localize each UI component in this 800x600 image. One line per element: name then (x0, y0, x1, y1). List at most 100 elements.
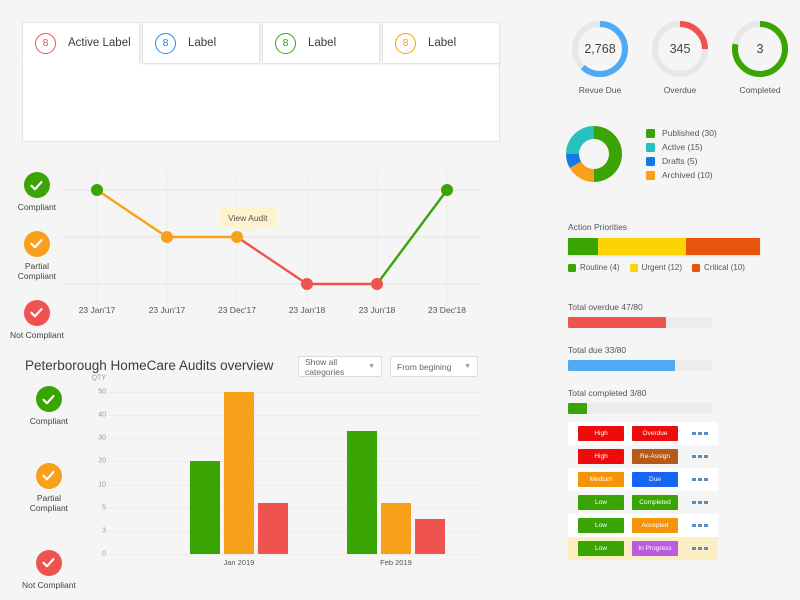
tab-1[interactable]: 8Active Label (22, 22, 140, 64)
priority-tag[interactable]: Low (578, 495, 624, 510)
priority-segment[interactable] (686, 238, 760, 255)
bar-chart-y-axis: 5040302010530QTY (84, 392, 106, 554)
legend-swatch (646, 171, 655, 180)
priority-tag[interactable]: High (578, 426, 624, 441)
priority-tag[interactable]: Low (578, 518, 624, 533)
progress-item: Total due 33/80 (568, 345, 712, 371)
y-axis-tick-label: 50 (98, 389, 106, 396)
tab-count-badge: 8 (395, 33, 416, 54)
legend-swatch (646, 143, 655, 152)
check-circle-icon (24, 172, 50, 198)
y-axis-tick-label: 40 (98, 412, 106, 419)
more-options-icon[interactable] (692, 478, 708, 482)
progress-track (568, 360, 712, 371)
more-options-icon[interactable] (692, 501, 708, 505)
line-chart-point[interactable] (371, 278, 383, 290)
tab-4[interactable]: 8Label (382, 22, 500, 64)
x-axis-tick-label: 23 Jun'18 (342, 305, 412, 315)
status-legend-label: Not Compliant (22, 580, 76, 591)
priority-tag[interactable]: Medium (578, 472, 624, 487)
line-chart-point[interactable] (91, 184, 103, 196)
status-tag[interactable]: Accepted (632, 518, 678, 533)
priority-legend-item: Urgent (12) (630, 263, 682, 272)
status-tag[interactable]: Due (632, 472, 678, 487)
tab-label: Label (188, 37, 216, 49)
chevron-down-icon: ▼ (464, 363, 471, 370)
table-row[interactable]: Low Accepted (568, 514, 718, 537)
gauge-value: 345 (670, 42, 691, 56)
tab-list: 8Active Label8Label8Label8Label (22, 22, 500, 64)
bar[interactable] (190, 461, 220, 554)
check-circle-icon (24, 300, 50, 326)
more-options-icon[interactable] (692, 524, 708, 528)
legend-swatch (646, 129, 655, 138)
tab-3[interactable]: 8Label (262, 22, 380, 64)
line-chart-point[interactable] (161, 231, 173, 243)
bar[interactable] (258, 503, 288, 554)
progress-fill (568, 317, 666, 328)
bar-chart-filters: Show all categories ▼ From begining ▼ (298, 356, 478, 377)
priority-tag[interactable]: High (578, 449, 624, 464)
more-options-icon[interactable] (692, 432, 708, 436)
bar[interactable] (381, 503, 411, 554)
table-row[interactable]: Low In Progress (568, 537, 718, 560)
table-row[interactable]: High Overdue (568, 422, 718, 445)
line-chart-point[interactable] (231, 231, 243, 243)
donut-segment[interactable] (566, 126, 594, 154)
bar[interactable] (224, 392, 254, 554)
tab-2[interactable]: 8Label (142, 22, 260, 64)
tab-count-badge: 8 (275, 33, 296, 54)
period-select-value: From begining (397, 362, 451, 372)
x-axis-tick-label: 23 Jun'17 (132, 305, 202, 315)
priority-tag[interactable]: Low (578, 541, 624, 556)
legend-label: Published (30) (662, 128, 717, 138)
status-legend-item: Not Compliant (10, 300, 64, 341)
status-tag[interactable]: Completed (632, 495, 678, 510)
y-axis-tick-label: 5 (102, 504, 106, 511)
more-options-icon[interactable] (692, 547, 708, 551)
donut-segment[interactable] (594, 126, 622, 182)
kpi-gauge: 3Completed (726, 18, 794, 95)
view-audit-tooltip[interactable]: View Audit (219, 208, 277, 228)
bar[interactable] (347, 431, 377, 554)
priority-segment[interactable] (568, 238, 598, 255)
status-legend-item: PartialCompliant (18, 231, 56, 282)
line-chart-point[interactable] (301, 278, 313, 290)
bar-chart-status-legend: CompliantPartialCompliantNot Compliant (22, 386, 76, 591)
table-row[interactable]: High Re-Assign (568, 445, 718, 468)
donut-legend: Published (30) Active (15) Drafts (5) Archi… (646, 128, 717, 180)
gauge-value: 3 (757, 42, 764, 56)
tab-content-panel (22, 64, 500, 142)
more-options-icon[interactable] (692, 455, 708, 459)
legend-swatch (692, 264, 700, 272)
legend-label: Drafts (5) (662, 156, 697, 166)
line-chart-x-axis: 23 Jan'1723 Jun'1723 Dec'1723 Jan'1823 J… (62, 305, 482, 315)
legend-label: Active (15) (662, 142, 703, 152)
category-select[interactable]: Show all categories ▼ (298, 356, 382, 377)
x-axis-tick-label: Feb 2019 (380, 558, 412, 567)
donut-legend-item: Drafts (5) (646, 156, 717, 166)
line-chart-point[interactable] (441, 184, 453, 196)
chevron-down-icon: ▼ (368, 363, 375, 370)
check-circle-icon (24, 231, 50, 257)
category-select-value: Show all categories (305, 357, 360, 377)
period-select[interactable]: From begining ▼ (390, 356, 478, 377)
gauge-ring: 2,768 (569, 18, 631, 80)
gauge-value: 2,768 (584, 42, 615, 56)
status-tag[interactable]: In Progress (632, 541, 678, 556)
dashboard-page: 8Active Label8Label8Label8Label Complian… (0, 0, 800, 600)
status-tag[interactable]: Overdue (632, 426, 678, 441)
bar[interactable] (415, 519, 445, 554)
kpi-gauge: 2,768 Revue Due (566, 18, 634, 95)
table-row[interactable]: Medium Due (568, 468, 718, 491)
tooltip-label: View Audit (228, 213, 268, 223)
status-legend-label: Compliant (18, 202, 56, 213)
priority-legend-item: Routine (4) (568, 263, 620, 272)
donut-legend-item: Archived (10) (646, 170, 717, 180)
status-legend-item: PartialCompliant (30, 463, 68, 514)
table-row[interactable]: Low Completed (568, 491, 718, 514)
action-priorities-legend: Routine (4)Urgent (12)Critical (10) (568, 263, 760, 272)
priority-segment[interactable] (598, 238, 687, 255)
status-tag[interactable]: Re-Assign (632, 449, 678, 464)
gauge-label: Revue Due (579, 85, 622, 95)
